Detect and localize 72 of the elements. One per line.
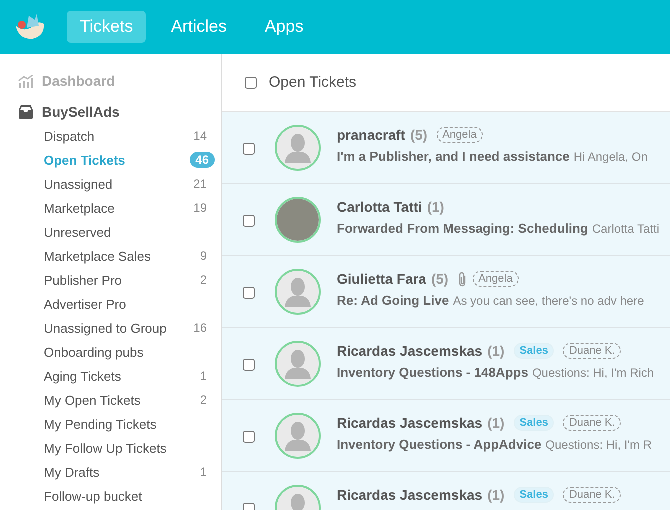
ticket-subject: I'm a Publisher, and I need assistance	[337, 149, 570, 164]
group-tag: Sales	[514, 343, 554, 359]
assignee-tag: Angela	[436, 127, 483, 143]
sidebar-item[interactable]: Advertiser Pro	[0, 292, 221, 316]
sidebar-item[interactable]: Publisher Pro 2	[0, 268, 221, 292]
requester-name: Ricardas Jascemskas	[337, 415, 483, 431]
message-count: (1)	[488, 487, 505, 503]
row-checkbox[interactable]	[243, 359, 255, 371]
ticket-subject: Inventory Questions - 148Apps	[337, 365, 528, 380]
count-label: 14	[192, 128, 208, 144]
count-label: 21	[192, 176, 208, 192]
ticket-row[interactable]: Giulietta Fara (5) Angela Re: Ad Going Live As you can see, there's no adv here	[222, 256, 670, 328]
group-heading: BuySellAds	[42, 104, 120, 120]
count-label: 19	[192, 200, 208, 216]
ticket-row[interactable]: Ricardas Jascemskas (1) Sales Duane K. Inventory Questions - 148Apps Questions: Hi, I'm Rich	[222, 328, 670, 400]
assignee-tag: Duane K.	[563, 343, 622, 359]
count-label: 16	[192, 320, 208, 336]
list-title: Open Tickets	[269, 74, 357, 91]
requester-name: Ricardas Jascemskas	[337, 343, 483, 359]
inbox-icon	[18, 105, 34, 119]
count-label: 1	[199, 464, 208, 480]
message-count: (1)	[488, 343, 505, 359]
ticket-subject: Re: Ad Going Live	[337, 293, 450, 308]
assignee-tag: Duane K.	[563, 415, 622, 431]
ticket-preview: Hi Angela, On	[574, 150, 648, 164]
logo-icon	[13, 12, 47, 42]
message-count: (1)	[427, 199, 444, 215]
sidebar-item[interactable]: My Drafts 1	[0, 460, 221, 484]
group-tag: Sales	[514, 415, 554, 431]
ticket-row[interactable]: Carlotta Tatti (1) Forwarded From Messaging: Scheduling Carlotta Tatti	[222, 184, 670, 256]
sidebar-item[interactable]: Aging Tickets 1	[0, 364, 221, 388]
message-count: (1)	[488, 415, 505, 431]
requester-name: pranacraft	[337, 127, 406, 143]
assignee-tag: Angela	[472, 271, 519, 287]
row-checkbox[interactable]	[243, 215, 255, 227]
count-label: 1	[199, 368, 208, 384]
ticket-preview: Questions: Hi, I'm R	[546, 438, 652, 452]
ticket-subject: Inventory Questions - AppAdvice	[337, 437, 542, 452]
sidebar-item[interactable]: Unassigned to Group 16	[0, 316, 221, 340]
sidebar-item[interactable]: Follow-up bucket	[0, 484, 221, 508]
requester-name: Ricardas Jascemskas	[337, 487, 483, 503]
sidebar-item[interactable]: My Follow Up Tickets	[0, 436, 221, 460]
ticket-preview: As you can see, there's no adv here	[453, 294, 644, 308]
ticket-preview: Questions: Hi, I'm Rich	[532, 366, 654, 380]
sidebar-item[interactable]: My Pending Tickets	[0, 412, 221, 436]
requester-name: Giulietta Fara	[337, 271, 426, 287]
message-count: (5)	[410, 127, 428, 143]
sidebar-item[interactable]: Onboarding pubs	[0, 340, 221, 364]
select-all-checkbox[interactable]	[245, 76, 257, 88]
bar-chart-icon	[18, 74, 34, 88]
sidebar-item[interactable]: Unreserved	[0, 220, 221, 244]
ticket-row[interactable]: Ricardas Jascemskas (1) Sales Duane K. Inventory Questions - AppAdvice Questions: Hi, I'm R	[222, 400, 670, 472]
sidebar-item[interactable]: My Open Tickets 2	[0, 388, 221, 412]
count-label: 2	[199, 272, 208, 288]
count-badge: 46	[190, 152, 215, 168]
assignee-tag: Duane K.	[563, 487, 622, 503]
requester-name: Carlotta Tatti	[337, 199, 422, 215]
sidebar-item[interactable]: Marketplace 19	[0, 196, 221, 220]
sidebar-item[interactable]: Dispatch 14	[0, 124, 221, 148]
ticket-subject: Forwarded From Messaging: Scheduling	[337, 221, 588, 236]
count-label: 2	[199, 392, 208, 408]
sidebar-item[interactable]: Marketplace Sales 9	[0, 244, 221, 268]
row-checkbox[interactable]	[243, 143, 255, 155]
ticket-row[interactable]: Ricardas Jascemskas (1) Sales Duane K.	[222, 472, 670, 510]
message-count: (5)	[431, 271, 449, 287]
group-tag: Sales	[514, 487, 554, 503]
count-label: 9	[199, 248, 208, 264]
row-checkbox[interactable]	[243, 287, 255, 299]
sidebar-item[interactable]: Unassigned 21	[0, 172, 221, 196]
row-checkbox[interactable]	[243, 431, 255, 443]
ticket-row[interactable]: pranacraft (5) Angela I'm a Publisher, and I need assistance Hi Angela, On	[222, 112, 670, 184]
ticket-preview: Carlotta Tatti	[592, 222, 660, 236]
